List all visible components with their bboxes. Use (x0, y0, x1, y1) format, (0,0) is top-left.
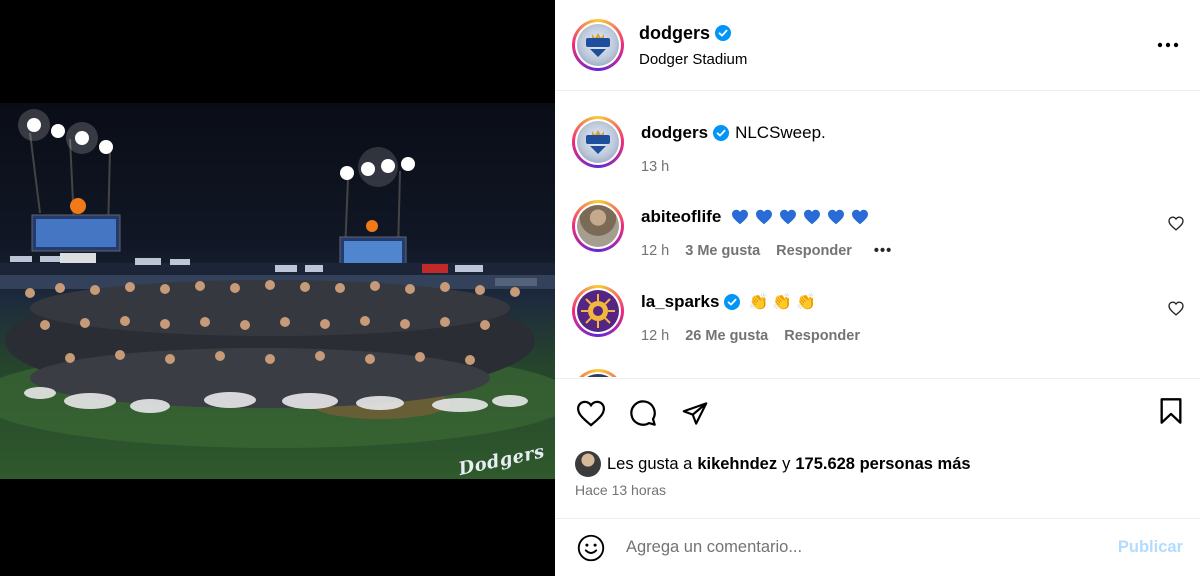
like-heart-icon[interactable] (575, 397, 607, 429)
clapping-hands-emoji: 👏 (796, 294, 817, 311)
comment-composer: Publicar (555, 518, 1200, 576)
sparks-logo-icon (581, 294, 615, 328)
commenter-avatar[interactable] (572, 285, 624, 337)
blue-heart-icon (780, 209, 797, 225)
comment-item: la_sparks 👏 👏 👏 12 h 26 Me gusta Respond… (572, 285, 860, 344)
coca-cola-sign (422, 264, 448, 273)
blue-heart-icon (828, 209, 845, 225)
post-actions: Les gusta a kikehndez y 175.628 personas… (555, 378, 1200, 518)
author-avatar[interactable] (572, 19, 624, 71)
comment-item-partial (572, 369, 624, 377)
champions-badge-icon (586, 130, 610, 154)
abiteoflife-avatar-photo (577, 205, 619, 247)
photo-illustration (0, 109, 555, 448)
scoreboards (31, 198, 407, 268)
post-media-pane: Dodgers (0, 0, 555, 576)
comments-section[interactable]: dodgers NLCSweep. 13 h abiteoflife 12 h … (555, 92, 1200, 377)
comment-time[interactable]: 12 h (641, 328, 669, 344)
liker-avatar[interactable] (575, 451, 601, 477)
comment-options-icon[interactable]: ••• (874, 243, 892, 259)
clapping-hands-emoji: 👏 (772, 294, 793, 311)
publish-button[interactable]: Publicar (1118, 538, 1183, 557)
champions-badge-icon (586, 33, 610, 57)
caption-text: NLCSweep. (735, 123, 826, 142)
instagram-post-modal: Dodgers dodgers Dodger Stadium dodgers N… (0, 0, 1200, 576)
comment-input[interactable] (626, 538, 1118, 557)
la-sparks-logo (577, 290, 619, 332)
verified-badge-icon (724, 294, 741, 310)
verified-badge-icon (713, 125, 730, 141)
commenter-avatar[interactable] (572, 200, 624, 252)
reply-button[interactable]: Responder (784, 328, 860, 344)
clapping-hands-emoji: 👏 (748, 294, 769, 311)
author-username[interactable]: dodgers (639, 23, 710, 44)
blue-heart-icon (756, 209, 773, 225)
share-paper-plane-icon[interactable] (679, 397, 711, 429)
caption-avatar[interactable] (572, 116, 624, 168)
blue-heart-icon (732, 209, 749, 225)
stadium-lights-left (18, 109, 113, 234)
likes-prefix: Les gusta a (607, 454, 693, 473)
comment-likes[interactable]: 26 Me gusta (685, 328, 768, 344)
caption-time[interactable]: 13 h (641, 159, 669, 175)
like-comment-heart-icon[interactable] (1168, 216, 1184, 236)
team-group (5, 280, 535, 413)
verified-badge-icon (715, 25, 732, 41)
comment-text: 👏 👏 👏 (748, 292, 816, 312)
comment-bubble-icon[interactable] (627, 397, 659, 429)
like-comment-heart-icon[interactable] (1168, 301, 1184, 321)
likes-count[interactable]: 175.628 personas más (795, 455, 970, 474)
post-header: dodgers Dodger Stadium (555, 0, 1200, 91)
more-options-icon[interactable] (1152, 29, 1184, 61)
commenter-avatar[interactable] (572, 369, 624, 377)
comment-username[interactable]: abiteoflife (641, 207, 721, 227)
comment-time[interactable]: 12 h (641, 243, 669, 259)
blue-heart-icon (852, 209, 869, 225)
post-timestamp[interactable]: Hace 13 horas (575, 482, 666, 498)
comment-username[interactable]: la_sparks (641, 292, 719, 312)
comment-text (731, 209, 869, 225)
post-location[interactable]: Dodger Stadium (639, 51, 1152, 68)
dodgers-champions-logo (577, 24, 619, 66)
save-bookmark-icon[interactable] (1159, 397, 1183, 430)
emoji-picker-icon[interactable] (575, 532, 607, 564)
comment-likes[interactable]: 3 Me gusta (685, 243, 760, 259)
caption-username[interactable]: dodgers (641, 123, 708, 143)
comment-item: abiteoflife 12 h 3 Me gusta Responder ••… (572, 200, 892, 259)
likes-and: y (782, 454, 791, 473)
team-celebration-photo[interactable]: Dodgers (0, 103, 555, 479)
liker-username[interactable]: kikehndez (697, 455, 777, 474)
reply-button[interactable]: Responder (776, 243, 852, 259)
post-caption: dodgers NLCSweep. 13 h (572, 116, 826, 175)
likes-summary[interactable]: Les gusta a kikehndez y 175.628 personas… (575, 451, 971, 477)
post-sidebar: dodgers Dodger Stadium dodgers NLCSweep.… (555, 0, 1200, 576)
blue-heart-icon (804, 209, 821, 225)
